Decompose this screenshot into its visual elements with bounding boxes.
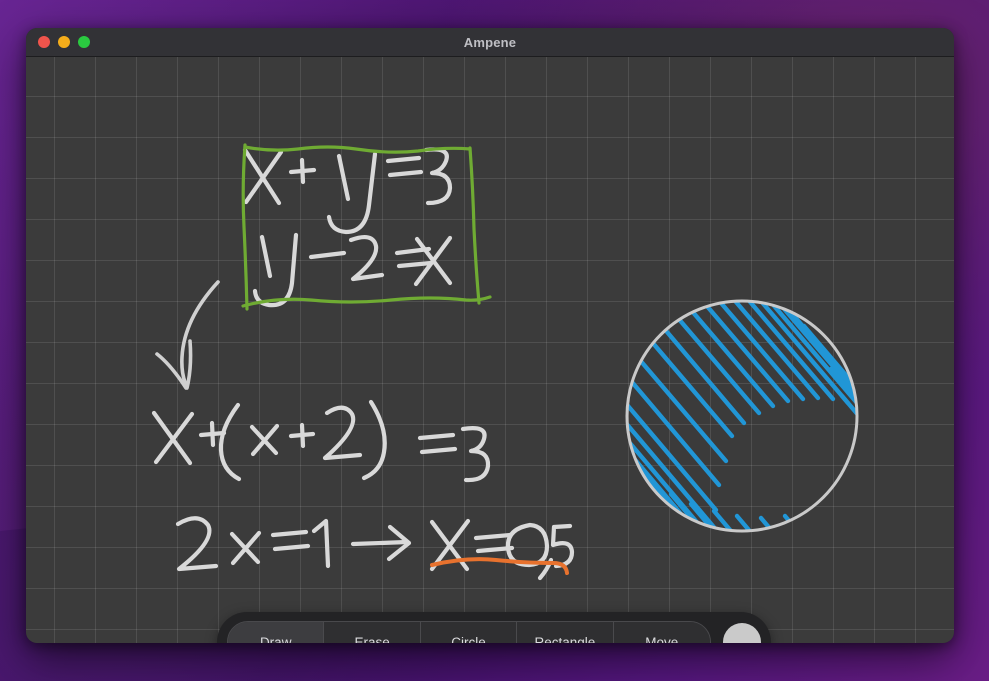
result-underline bbox=[430, 557, 569, 575]
tool-label-erase: Erase bbox=[354, 634, 390, 644]
equation-3 bbox=[151, 399, 491, 483]
highlight-box-top bbox=[243, 145, 472, 154]
shaded-circle bbox=[625, 299, 859, 533]
equation-4 bbox=[175, 516, 575, 581]
tool-button-rectangle[interactable]: Rectangle bbox=[517, 622, 614, 644]
window-traffic-lights bbox=[38, 36, 90, 48]
desktop-background: Ampene Draw Erase Circle Rectangle Move bbox=[0, 0, 989, 681]
application-window: Ampene Draw Erase Circle Rectangle Move bbox=[26, 28, 954, 643]
tool-label-rectangle: Rectangle bbox=[534, 634, 596, 644]
tool-segmented-control: Draw Erase Circle Rectangle Move bbox=[227, 621, 711, 643]
tool-button-move[interactable]: Move bbox=[613, 622, 710, 644]
highlight-box-bottom bbox=[241, 295, 492, 308]
curved-arrow bbox=[155, 280, 220, 390]
highlight-box-right bbox=[468, 146, 481, 305]
highlight-box-left bbox=[241, 143, 249, 311]
drawing-toolbar: Draw Erase Circle Rectangle Move bbox=[217, 612, 771, 643]
tool-button-erase[interactable]: Erase bbox=[324, 622, 421, 644]
tool-button-draw[interactable]: Draw bbox=[228, 622, 325, 644]
window-title: Ampene bbox=[463, 34, 517, 50]
boxed-equation-2 bbox=[252, 232, 453, 308]
tool-label-move: Move bbox=[645, 634, 679, 644]
close-window-button[interactable] bbox=[38, 36, 50, 48]
boxed-equation-1 bbox=[242, 147, 453, 235]
tool-button-circle[interactable]: Circle bbox=[420, 622, 518, 644]
tool-label-draw: Draw bbox=[259, 634, 292, 644]
maximize-window-button[interactable] bbox=[78, 36, 90, 48]
minimize-window-button[interactable] bbox=[58, 36, 70, 48]
window-titlebar[interactable]: Ampene bbox=[26, 28, 954, 57]
canvas-ink-layer bbox=[151, 143, 859, 581]
color-swatch-button[interactable] bbox=[723, 623, 761, 643]
tool-label-circle: Circle bbox=[451, 634, 486, 644]
drawing-canvas[interactable]: Draw Erase Circle Rectangle Move bbox=[26, 57, 954, 643]
